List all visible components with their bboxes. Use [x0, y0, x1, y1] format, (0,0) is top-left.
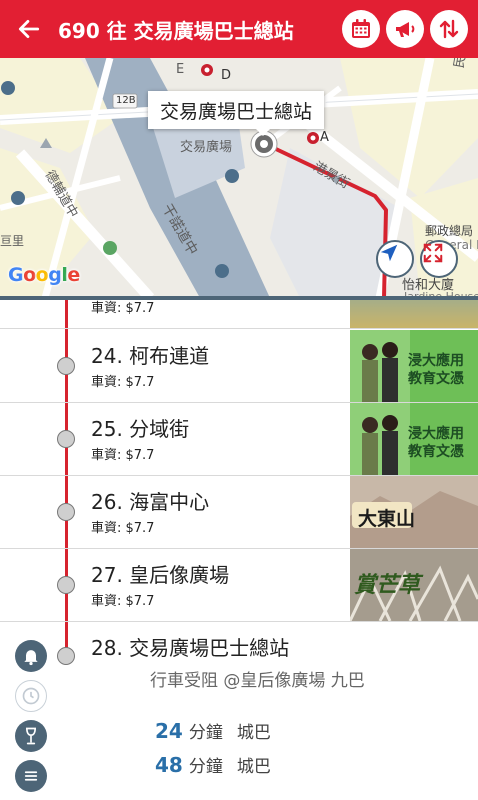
navigation-arrow-icon — [380, 244, 398, 262]
map-label-post-office: 郵政總局 — [425, 224, 474, 238]
menu-icon — [24, 771, 38, 781]
eta-unit: 分鐘 — [188, 757, 223, 777]
ad-banner-hkbu[interactable]: 浸大應用 教育文憑 — [350, 403, 478, 475]
nearby-dining-button[interactable] — [15, 720, 47, 752]
fullscreen-button[interactable] — [420, 240, 458, 278]
stop-name: 24. 柯布連道 — [91, 344, 210, 368]
eta-company: 城巴 — [236, 723, 271, 743]
stop-fare: 車資: $7.7 — [91, 375, 155, 390]
map-label-station-d: D — [221, 68, 232, 83]
service-notice: 行車受阻 @皇后像廣場 九巴 — [150, 671, 365, 691]
ad-banner-tai-tung-shan[interactable]: 大東山 — [350, 476, 478, 548]
expand-icon — [423, 243, 443, 263]
stop-fare: 車資: $7.7 — [91, 521, 155, 536]
stop-fare: 車資: $7.7 — [91, 301, 155, 316]
ad-banner-silvergrass[interactable]: 賞芒草 — [350, 549, 478, 621]
ad-text: 浸大應用 教育文憑 — [408, 426, 464, 460]
ad-text: 賞芒草 — [354, 573, 421, 598]
stop-row[interactable]: 26. 海富中心 車資: $7.7 大東山 — [0, 476, 478, 549]
stop-list[interactable]: 車資: $7.7 24. 柯布連道 車資: $7.7 浸大應用 教育文憑 25.… — [0, 300, 478, 800]
app-header: 690 往 交易廣場巴士總站 — [0, 0, 478, 58]
stop-dot — [57, 503, 75, 521]
schedule-button[interactable] — [15, 680, 47, 712]
ad-banner[interactable] — [350, 300, 478, 328]
map-label-partial: 亘里 — [0, 234, 25, 248]
eta-minutes: 48 — [155, 753, 183, 777]
stop-row[interactable]: 25. 分域街 車資: $7.7 浸大應用 教育文憑 — [0, 403, 478, 476]
stop-dot — [57, 576, 75, 594]
stop-fare: 車資: $7.7 — [91, 448, 155, 463]
reverse-direction-button[interactable] — [430, 10, 468, 48]
clock-icon — [22, 687, 40, 705]
back-button[interactable] — [0, 0, 58, 58]
more-options-button[interactable] — [15, 760, 47, 792]
announcement-button[interactable] — [386, 10, 424, 48]
ad-banner-hkbu[interactable]: 浸大應用 教育文憑 — [350, 330, 478, 402]
stop-name: 28. 交易廣場巴士總站 — [91, 636, 290, 660]
wine-glass-icon — [25, 727, 37, 745]
stop-row[interactable]: 27. 皇后像廣場 車資: $7.7 賞芒草 — [0, 549, 478, 622]
eta-row: 24 分鐘 城巴 — [155, 718, 271, 743]
stop-name: 26. 海富中心 — [91, 490, 210, 514]
route-map[interactable]: E D A 交易廣場 干諾道中 德輔道中 民耀街 港景街 郵政總局 Genera… — [0, 58, 478, 298]
stop-fare: 車資: $7.7 — [91, 594, 155, 609]
arrival-alert-button[interactable] — [15, 640, 47, 672]
ad-text: 大東山 — [358, 508, 416, 530]
google-logo: Google — [8, 264, 80, 286]
ad-text: 浸大應用 教育文憑 — [408, 353, 464, 387]
map-label-station-a: A — [320, 130, 329, 145]
stop-name: 27. 皇后像廣場 — [91, 563, 230, 587]
arrow-left-icon — [18, 20, 40, 38]
calendar-icon — [352, 19, 370, 38]
map-label-route-12b: 12B — [116, 95, 136, 106]
stop-dot — [57, 430, 75, 448]
map-label-exchange-square: 交易廣場 — [180, 140, 233, 155]
map-label-station-e: E — [176, 62, 185, 77]
stop-row[interactable]: 車資: $7.7 — [0, 300, 478, 329]
stop-callout: 交易廣場巴士總站 — [148, 91, 325, 136]
stop-dot — [57, 357, 75, 375]
eta-company: 城巴 — [236, 757, 271, 777]
stop-row[interactable]: 24. 柯布連道 車資: $7.7 浸大應用 教育文憑 — [0, 330, 478, 403]
stop-name: 25. 分域街 — [91, 417, 190, 441]
locate-button[interactable] — [376, 240, 414, 278]
timetable-button[interactable] — [342, 10, 380, 48]
page-title: 690 往 交易廣場巴士總站 — [58, 18, 294, 43]
bell-icon — [24, 650, 38, 666]
stop-dot — [57, 647, 75, 665]
eta-minutes: 24 — [155, 719, 183, 743]
swap-vertical-icon — [439, 19, 459, 39]
eta-unit: 分鐘 — [188, 723, 223, 743]
megaphone-icon — [396, 22, 415, 37]
eta-row: 48 分鐘 城巴 — [155, 752, 271, 777]
